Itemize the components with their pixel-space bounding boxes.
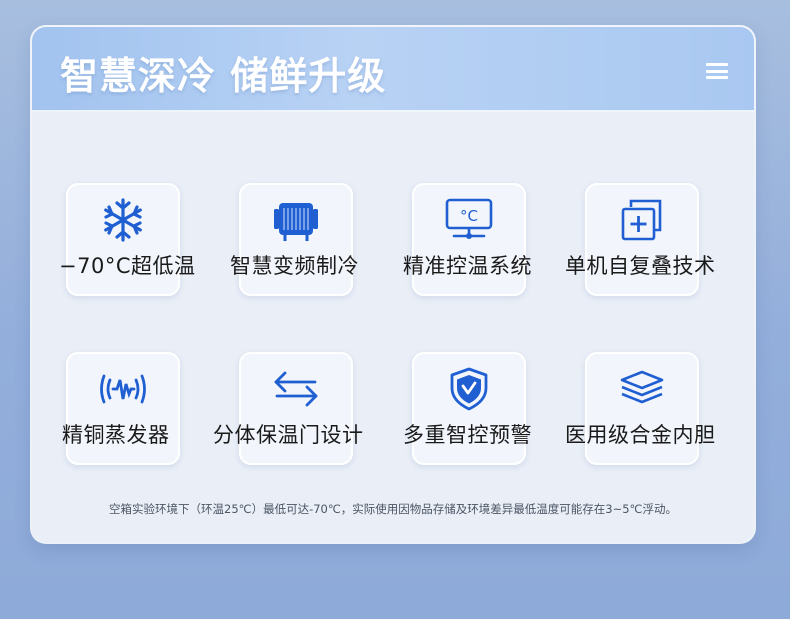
- page-title: 智慧深冷 储鲜升级: [60, 54, 387, 98]
- hamburger-menu-icon[interactable]: [706, 63, 728, 79]
- thermostat-display-icon: °C: [445, 198, 493, 239]
- celsius-text: °C: [460, 207, 478, 225]
- shield-check-icon: [450, 367, 488, 411]
- layers-icon: [620, 370, 664, 404]
- card-header: 智慧深冷 储鲜升级: [32, 27, 754, 112]
- feature-label: 医用级合金内胆: [565, 423, 716, 447]
- compressor-icon: [274, 203, 318, 241]
- waveform-icon: [100, 374, 146, 404]
- feature-card: 智慧深冷 储鲜升级 −70°C超低温 智慧变频制冷 °C 精准控温系统 单机自复…: [32, 27, 754, 542]
- feature-tile-ultra-low-temp[interactable]: −70°C超低温: [59, 183, 195, 296]
- snowflake-icon: [104, 198, 142, 242]
- feature-label: −70°C超低温: [59, 254, 196, 278]
- feature-label: 单机自复叠技术: [565, 254, 716, 278]
- feature-label: 精铜蒸发器: [62, 423, 170, 447]
- feature-tile-smart-alerts[interactable]: 多重智控预警: [403, 352, 532, 465]
- feature-label: 精准控温系统: [403, 254, 532, 278]
- feature-tile-inverter-cooling[interactable]: 智慧变频制冷: [230, 183, 359, 296]
- feature-label: 分体保温门设计: [213, 423, 364, 447]
- feature-tile-auto-cascade[interactable]: 单机自复叠技术: [565, 183, 715, 296]
- feature-label: 智慧变频制冷: [230, 254, 359, 278]
- cascade-plus-icon: [621, 199, 662, 241]
- feature-label: 多重智控预警: [403, 423, 532, 447]
- double-arrow-icon: [274, 371, 318, 407]
- feature-tile-precise-temp-control[interactable]: °C 精准控温系统: [403, 183, 532, 296]
- feature-tile-medical-alloy-liner[interactable]: 医用级合金内胆: [565, 352, 715, 465]
- feature-tile-split-insulated-door[interactable]: 分体保温门设计: [213, 352, 363, 465]
- footnote: 空箱实验环境下（环温25℃）最低可达-70℃，实际使用因物品存储及环境差异最低温…: [109, 502, 677, 516]
- feature-tile-copper-evaporator[interactable]: 精铜蒸发器: [62, 352, 180, 465]
